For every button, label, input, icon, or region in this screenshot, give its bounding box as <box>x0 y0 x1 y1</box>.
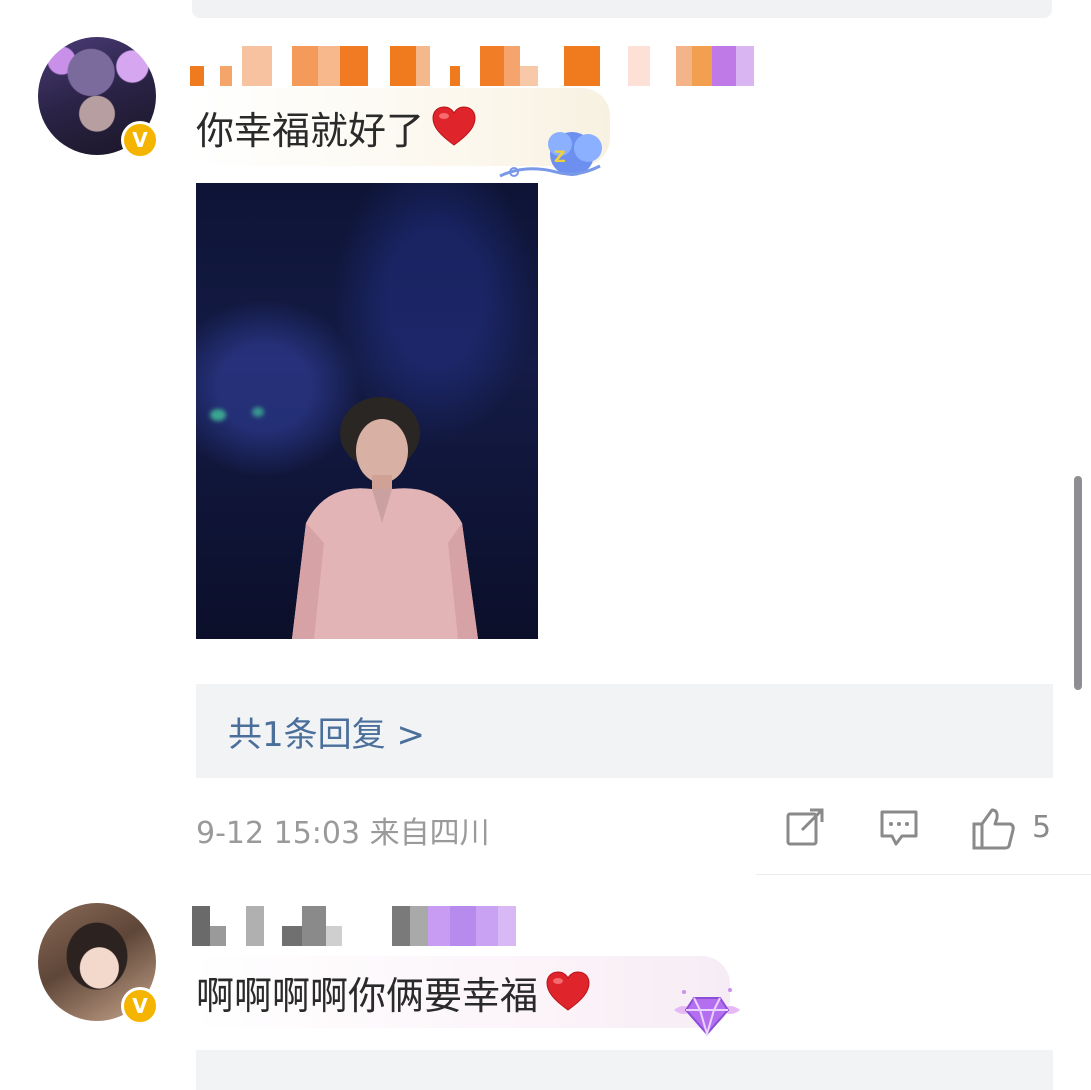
comment-divider <box>756 874 1091 875</box>
comment-photo[interactable] <box>196 183 538 639</box>
bubble-decoration-icon: Z <box>499 132 602 178</box>
svg-text:Z: Z <box>554 147 566 166</box>
like-count: 5 <box>1032 810 1052 845</box>
comment-text: 你幸福就好了 <box>196 108 425 153</box>
comment-bubble[interactable]: 啊啊啊啊你俩要幸福 <box>190 956 730 1028</box>
thumbs-up-icon[interactable] <box>970 806 1016 850</box>
previous-reply-box <box>192 0 1052 18</box>
comment-text: 啊啊啊啊你俩要幸福 <box>196 973 539 1018</box>
reply-count-link[interactable]: 共1条回复 > <box>228 707 425 756</box>
comment-icon[interactable] <box>878 806 920 848</box>
reply-summary-box[interactable] <box>196 1050 1053 1090</box>
reply-summary-box[interactable]: 共1条回复 > <box>196 684 1053 778</box>
heart-icon <box>546 971 590 1011</box>
verified-badge-icon: V <box>121 987 159 1025</box>
heart-icon <box>432 106 476 146</box>
comment-meta: 9-12 15:03 来自四川 <box>196 816 490 851</box>
verified-badge-icon: V <box>121 121 159 159</box>
share-icon[interactable] <box>784 806 826 848</box>
photo-figure <box>292 397 478 639</box>
gem-decoration-icon <box>674 988 740 1038</box>
username-pixelated[interactable] <box>190 46 754 86</box>
username-pixelated[interactable] <box>192 906 516 946</box>
scrollbar[interactable] <box>1074 476 1082 690</box>
